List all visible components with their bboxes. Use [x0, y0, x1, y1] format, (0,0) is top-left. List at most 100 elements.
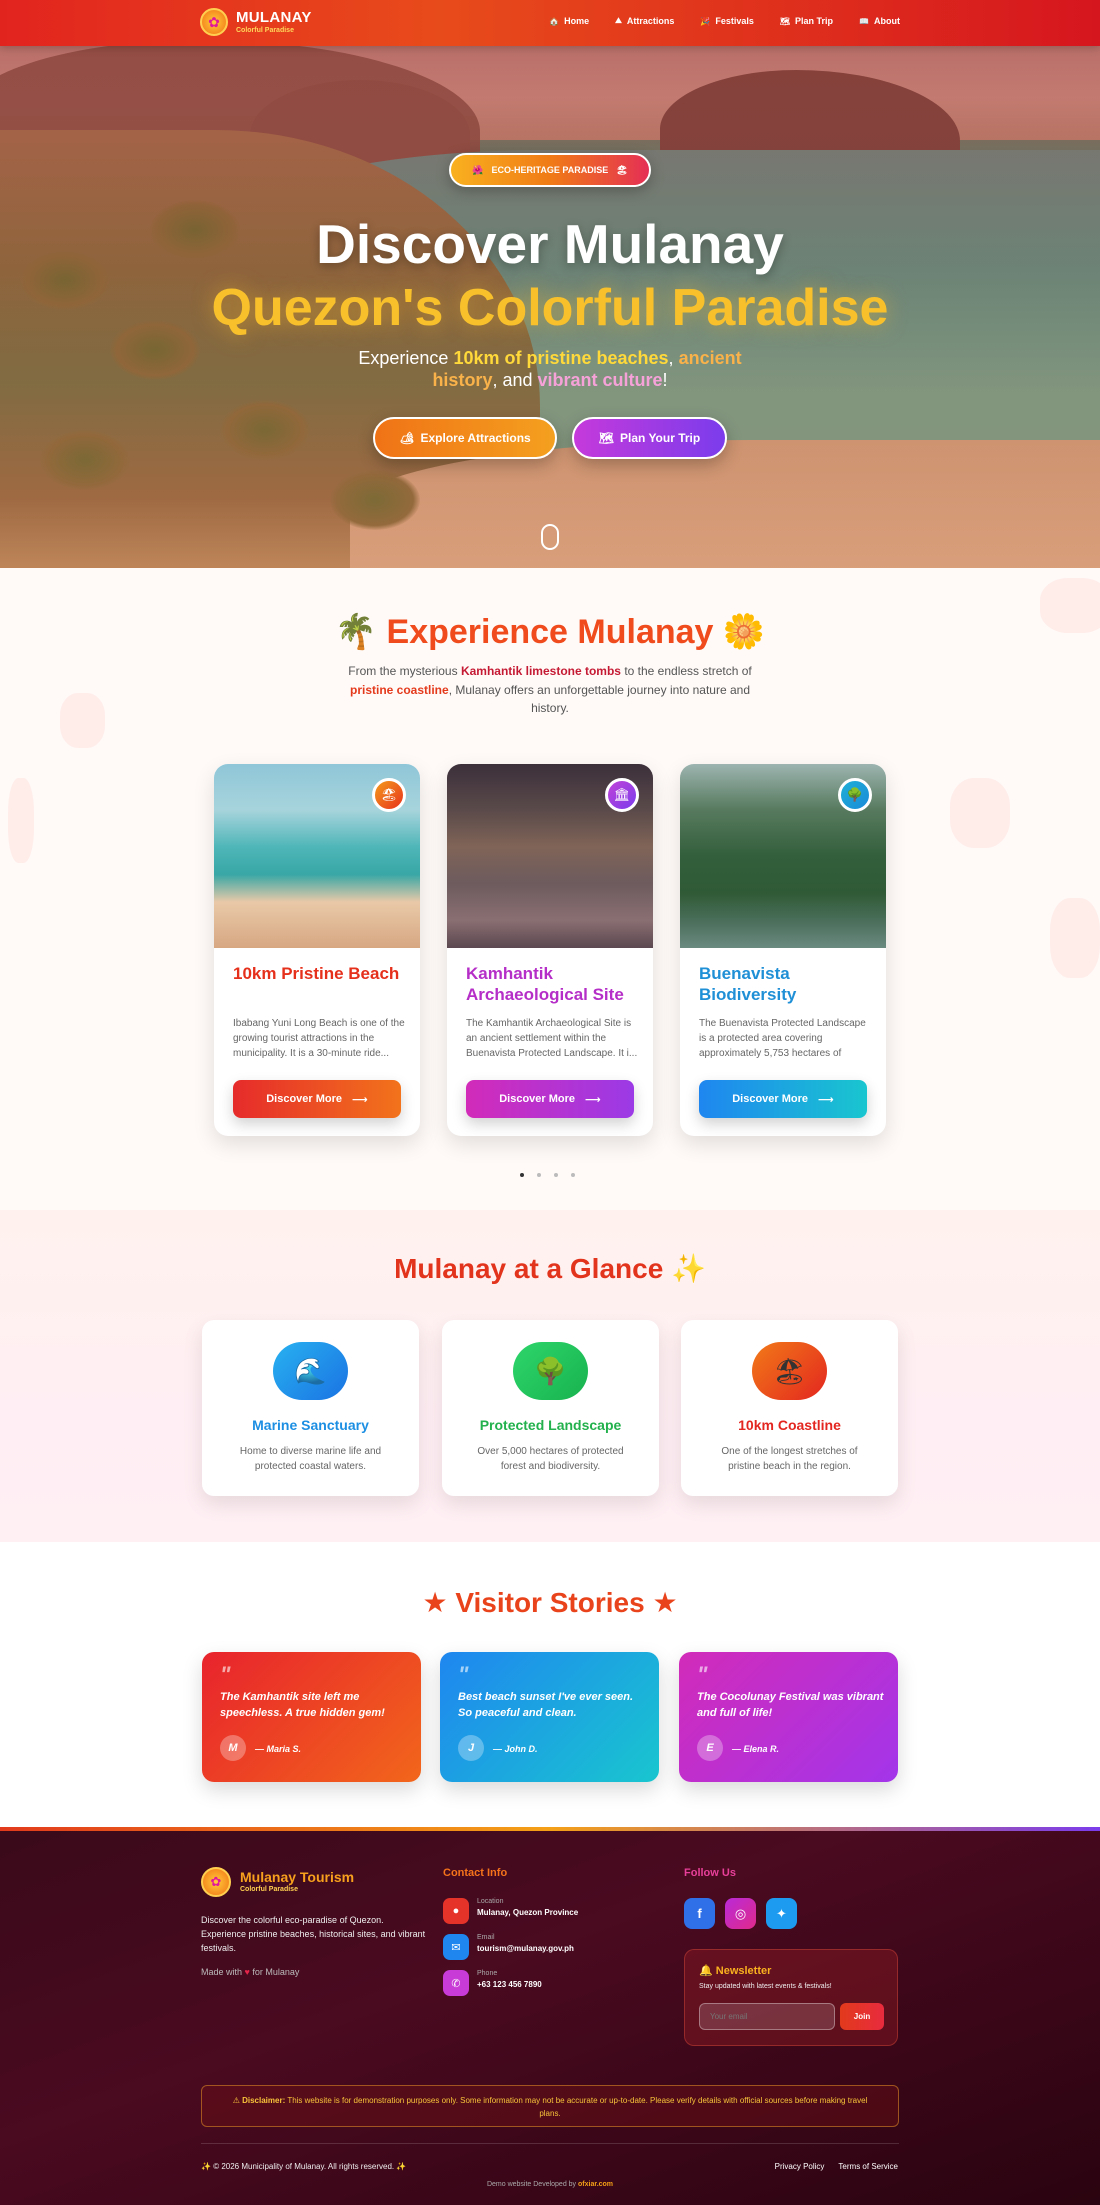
phone-value[interactable]: +63 123 456 7890 — [477, 1980, 542, 1989]
nav-festivals-label: Festivals — [715, 16, 754, 26]
quote-icon: " — [220, 1662, 231, 1687]
disclaimer-text: This website is for demonstration purpos… — [287, 2096, 868, 2118]
card-description: The Kamhantik Archaeological Site is an … — [466, 1018, 638, 1059]
beach-umbrella-icon: 🏖 — [752, 1342, 827, 1400]
arrow-right-icon: ⟶ — [818, 1093, 834, 1106]
glance-card: 🌊 Marine Sanctuary Home to diverse marin… — [202, 1320, 419, 1496]
sparkles-icon: ✨ — [396, 2162, 407, 2171]
discover-more-button[interactable]: Discover More ⟶ — [466, 1080, 634, 1118]
beach-umbrella-icon: 🏖 — [372, 778, 406, 812]
hero-tagline: Experience 10km of pristine beaches, anc… — [350, 347, 750, 391]
testimonial-card: " The Kamhantik site left me speechless.… — [202, 1652, 421, 1782]
glance-card-description: Home to diverse marine life and protecte… — [239, 1446, 382, 1472]
desc-text: to the endless stretch of — [620, 664, 752, 678]
arrow-right-icon: ⟶ — [352, 1093, 368, 1106]
location-value: Mulanay, Quezon Province — [477, 1908, 579, 1917]
nav-festivals-link[interactable]: 🎉 Festivals — [700, 16, 754, 26]
copyright: ✨ © 2026 Municipality of Mulanay. All ri… — [201, 2162, 406, 2171]
nav-about-label: About — [874, 16, 900, 26]
nav-home-label: Home — [564, 16, 590, 26]
attraction-card[interactable]: 🏛 Kamhantik Archaeological Site The Kamh… — [447, 764, 653, 1136]
avatar: J — [458, 1735, 484, 1761]
scroll-indicator-icon[interactable] — [541, 524, 559, 550]
flower-logo-icon[interactable]: ✿ — [200, 8, 228, 36]
glance-title: Mulanay at a Glance ✨ — [0, 1252, 1100, 1285]
tagline-text: , and — [492, 370, 538, 390]
testimonial-author: — John D. — [493, 1744, 538, 1754]
terms-link[interactable]: Terms of Service — [838, 2162, 898, 2171]
testimonial-text: Best beach sunset I've ever seen. So pea… — [458, 1691, 634, 1719]
nav-plan-trip-link[interactable]: 🗺 Plan Trip — [780, 16, 833, 26]
carousel-dot[interactable] — [571, 1173, 575, 1177]
card-description: Ibabang Yuni Long Beach is one of the gr… — [233, 1018, 405, 1059]
testimonial-card: " Best beach sunset I've ever seen. So p… — [440, 1652, 659, 1782]
instagram-icon[interactable]: ◎ — [725, 1898, 756, 1929]
nav-about-link[interactable]: 📖 About — [859, 16, 900, 26]
twitter-icon[interactable]: ✦ — [766, 1898, 797, 1929]
carousel-dot[interactable] — [520, 1173, 524, 1177]
facebook-icon[interactable]: f — [684, 1898, 715, 1929]
map-icon: 🗺 — [779, 16, 791, 26]
book-icon: 📖 — [859, 16, 869, 26]
attraction-card[interactable]: 🏖 10km Pristine Beach Ibabang Yuni Long … — [214, 764, 420, 1136]
join-button[interactable]: Join — [840, 2003, 884, 2030]
decor-bubble — [1050, 898, 1100, 978]
home-icon: 🏠 — [549, 16, 560, 26]
stories-title: ★ Visitor Stories ★ — [0, 1586, 1100, 1619]
location-pin-icon: ● — [443, 1898, 469, 1924]
glance-card-description: Over 5,000 hectares of protected forest … — [477, 1446, 624, 1472]
testimonial-author: — Maria S. — [255, 1744, 302, 1754]
mountain-icon: ⛰ — [615, 16, 622, 25]
email-value[interactable]: tourism@mulanay.gov.ph — [477, 1944, 574, 1953]
contact-heading: Contact Info — [443, 1867, 508, 1879]
testimonial-author: — Elena R. — [732, 1744, 780, 1754]
explore-attractions-button[interactable]: 🏕 Explore Attractions — [373, 417, 557, 459]
disclaimer-box: ⚠ Disclaimer: This website is for demons… — [201, 2085, 899, 2127]
brand-name[interactable]: MULANAY — [236, 9, 312, 26]
developer-link[interactable]: ofxiar.com — [578, 2181, 613, 2188]
newsletter-subtitle: Stay updated with latest events & festiv… — [699, 1983, 832, 1990]
attraction-card[interactable]: 🌳 Buenavista Biodiversity The Buenavista… — [680, 764, 886, 1136]
glance-card-title: Protected Landscape — [479, 1417, 622, 1433]
glance-card-description: One of the longest stretches of pristine… — [721, 1446, 858, 1472]
footer: ✿ Mulanay Tourism Colorful Paradise Disc… — [0, 1827, 1100, 2205]
quote-icon: " — [697, 1662, 708, 1687]
explore-button-label: Explore Attractions — [420, 431, 531, 445]
decor-bubble — [950, 778, 1010, 848]
carousel-dot[interactable] — [554, 1173, 558, 1177]
copyright-text: © 2026 Municipality of Mulanay. All righ… — [213, 2162, 395, 2171]
button-label: Discover More — [732, 1093, 809, 1105]
nav-plan-trip-label: Plan Trip — [795, 16, 834, 26]
plan-button-label: Plan Your Trip — [619, 431, 701, 445]
newsletter-box: 🔔 Newsletter Stay updated with latest ev… — [684, 1949, 898, 2046]
avatar: E — [697, 1735, 723, 1761]
tree-icon: 🌳 — [513, 1342, 588, 1400]
experience-section: 🌴 Experience Mulanay 🌼 From the mysterio… — [0, 568, 1100, 1210]
nav-home-link[interactable]: 🏠 Home — [549, 16, 589, 26]
nav-attractions-link[interactable]: ⛰ Attractions — [615, 16, 674, 26]
carousel-dot[interactable] — [537, 1173, 541, 1177]
footer-brand-subtitle: Colorful Paradise — [240, 1886, 298, 1893]
tagline-text: Experience — [358, 348, 454, 368]
quote-icon: " — [458, 1662, 469, 1687]
newsletter-title-text: Newsletter — [715, 1965, 772, 1977]
newsletter-email-input[interactable] — [699, 2003, 835, 2030]
button-label: Discover More — [499, 1093, 576, 1105]
button-label: Discover More — [266, 1093, 343, 1105]
tree-icon: 🌳 — [838, 778, 872, 812]
discover-more-button[interactable]: Discover More ⟶ — [699, 1080, 867, 1118]
card-title: Kamhantik Archaeological Site — [466, 964, 624, 1004]
stories-title-text: Visitor Stories — [455, 1587, 645, 1618]
plan-trip-button[interactable]: 🗺 Plan Your Trip — [572, 417, 727, 459]
carousel-dots — [520, 1173, 575, 1177]
nav-attractions-label: Attractions — [626, 16, 675, 26]
hibiscus-icon: 🌺 — [472, 164, 484, 175]
discover-more-button[interactable]: Discover More ⟶ — [233, 1080, 401, 1118]
desc-text: From the mysterious — [348, 664, 461, 678]
hero-section: 🌺 ECO-HERITAGE PARADISE 🏖 Discover Mulan… — [0, 0, 1100, 568]
made-with-love: Made with ♥ for Mulanay — [201, 1967, 299, 1977]
dev-text: Demo website Developed by — [486, 2181, 577, 2188]
follow-heading: Follow Us — [684, 1867, 736, 1879]
privacy-policy-link[interactable]: Privacy Policy — [775, 2162, 825, 2171]
glance-section: Mulanay at a Glance ✨ 🌊 Marine Sanctuary… — [0, 1210, 1100, 1542]
